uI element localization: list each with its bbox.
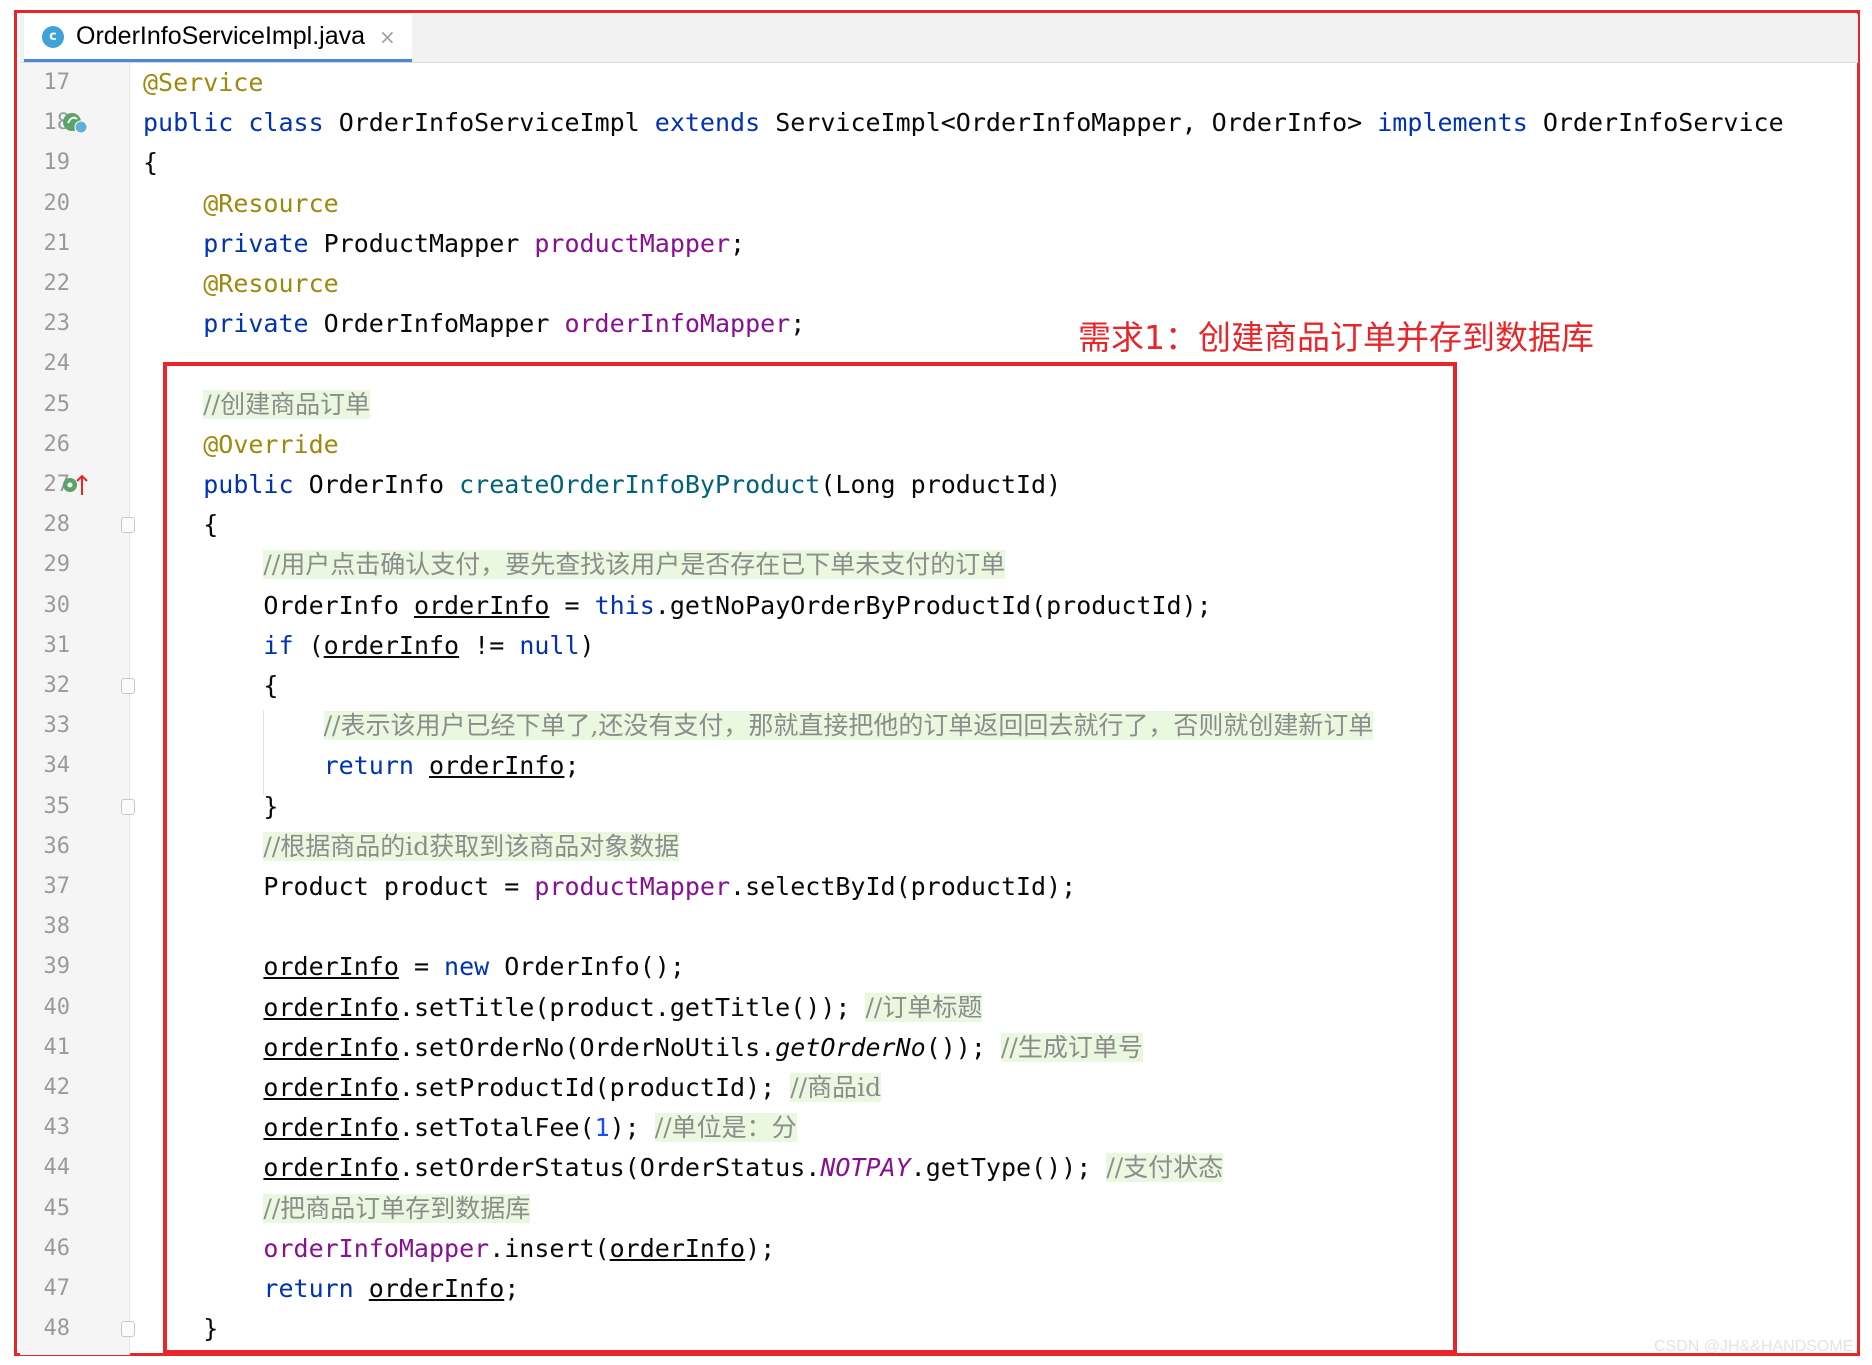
line-number: 28 xyxy=(43,512,71,538)
line-number: 17 xyxy=(43,70,71,95)
line-number: 23 xyxy=(43,311,71,337)
code-line[interactable]: 22 @Resource xyxy=(20,264,1858,304)
java-class-icon: c xyxy=(42,25,64,48)
line-number: 25 xyxy=(43,391,71,417)
highlight-box xyxy=(163,362,1457,1354)
fold-marker-icon[interactable] xyxy=(121,1321,135,1338)
line-number: 42 xyxy=(43,1075,71,1100)
line-number: 32 xyxy=(43,673,71,698)
line-number: 22 xyxy=(43,271,71,296)
line-number: 20 xyxy=(43,190,71,216)
fold-marker-icon[interactable] xyxy=(121,517,135,534)
line-number: 19 xyxy=(43,150,71,176)
line-number: 26 xyxy=(43,431,71,457)
code-line[interactable]: 19 { xyxy=(20,143,1858,183)
line-number: 40 xyxy=(43,994,71,1020)
line-number: 38 xyxy=(43,914,71,940)
code-line[interactable]: 21 private ProductMapper productMapper; xyxy=(20,224,1858,264)
implements-spring-bean-icon[interactable] xyxy=(62,111,88,139)
line-number: 39 xyxy=(43,954,71,980)
code-text[interactable]: @Resource xyxy=(143,187,338,221)
line-number: 30 xyxy=(43,592,71,618)
code-text[interactable]: @Service xyxy=(143,66,263,100)
line-number: 33 xyxy=(43,713,71,739)
watermark: CSDN @JH&&HANDSOME xyxy=(1654,1338,1854,1355)
line-number: 43 xyxy=(43,1115,71,1141)
code-text[interactable]: @Resource xyxy=(143,267,338,301)
code-text[interactable]: private OrderInfoMapper orderInfoMapper; xyxy=(143,307,805,341)
line-number: 47 xyxy=(43,1276,71,1301)
code-line[interactable]: 17 @Service xyxy=(20,63,1858,103)
tab-orderinfoserviceimpl[interactable]: c OrderInfoServiceImpl.java × xyxy=(24,14,412,62)
tab-label: OrderInfoServiceImpl.java xyxy=(76,22,366,50)
line-number: 48 xyxy=(43,1316,71,1342)
code-line[interactable]: 20 @Resource xyxy=(20,184,1858,224)
line-number: 45 xyxy=(43,1195,71,1221)
fold-marker-icon[interactable] xyxy=(121,798,135,815)
line-number: 37 xyxy=(43,874,71,899)
line-number: 31 xyxy=(43,632,71,658)
line-number: 36 xyxy=(43,833,71,859)
line-number: 34 xyxy=(43,753,71,779)
line-number: 44 xyxy=(43,1155,71,1181)
requirement-annotation: 需求1：创建商品订单并存到数据库 xyxy=(1078,318,1594,357)
code-text[interactable]: public class OrderInfoServiceImpl extend… xyxy=(143,106,1784,140)
code-text[interactable]: private ProductMapper productMapper; xyxy=(143,227,745,261)
editor-tab-bar: c OrderInfoServiceImpl.java × xyxy=(20,14,1858,63)
fold-marker-icon[interactable] xyxy=(121,678,135,694)
line-number: 35 xyxy=(43,793,71,819)
line-number: 29 xyxy=(43,552,71,578)
override-up-arrow-icon[interactable] xyxy=(62,473,88,501)
code-text[interactable]: { xyxy=(143,146,158,180)
code-line[interactable]: 18 public class OrderInfoServiceImpl exte… xyxy=(20,103,1858,143)
line-number: 41 xyxy=(43,1034,71,1060)
line-number: 24 xyxy=(43,351,71,377)
line-number: 21 xyxy=(43,230,71,256)
close-icon[interactable]: × xyxy=(379,25,396,49)
line-number: 46 xyxy=(43,1235,71,1261)
